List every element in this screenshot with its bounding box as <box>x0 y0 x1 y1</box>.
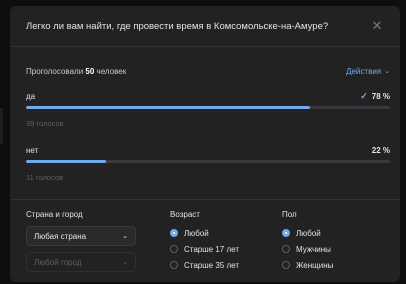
filter-city-title: Страна и город <box>26 210 83 219</box>
poll-body: Проголосовали 50 человек Действия ⌄ да ✓… <box>10 53 400 278</box>
chevron-down-icon: ⌄ <box>384 68 390 75</box>
dialog-header: Легко ли вам найти, где провести время в… <box>10 6 400 47</box>
age-option-35[interactable]: Старше 35 лет <box>170 258 282 272</box>
radio-label: Любой <box>296 228 321 238</box>
radio-icon <box>282 261 290 269</box>
option-votes: 11 голосов <box>26 173 64 182</box>
radio-label: Любой <box>184 228 209 238</box>
poll-option-no[interactable]: нет 22 % 11 голосов <box>26 143 390 185</box>
poll-option-yes[interactable]: да ✓ 78 % 39 голосов <box>26 89 390 131</box>
age-option-17[interactable]: Старше 17 лет <box>170 242 282 256</box>
poll-filters: Страна и город Любая страна ⌄ Любой горо… <box>26 200 390 278</box>
background-edge <box>0 108 3 144</box>
radio-selected-icon <box>170 229 178 237</box>
actions-button[interactable]: Действия ⌄ <box>346 67 390 76</box>
voted-suffix: человек <box>96 66 127 76</box>
option-percent: ✓ 78 % <box>360 91 390 102</box>
filter-age-title: Возраст <box>170 210 200 219</box>
sex-option-female[interactable]: Женщины <box>282 258 392 272</box>
option-progress-bar <box>26 160 390 163</box>
option-progress-bar <box>26 106 390 109</box>
chevron-down-icon: ⌄ <box>122 233 128 240</box>
option-votes: 39 голосов <box>26 119 64 128</box>
city-select[interactable]: Любой город ⌄ <box>26 252 136 272</box>
radio-label: Старше 17 лет <box>184 244 239 254</box>
age-option-any[interactable]: Любой <box>170 226 282 240</box>
country-select-value: Любая страна <box>34 231 87 241</box>
filter-age: Возраст Любой Старше 17 лет Старше 35 ле… <box>170 210 282 278</box>
option-progress-fill <box>26 160 107 163</box>
voted-prefix: Проголосовали <box>26 66 84 76</box>
poll-summary: Проголосовали 50 человек Действия ⌄ <box>26 53 390 89</box>
filter-sex-title: Пол <box>282 210 297 219</box>
radio-label: Женщины <box>296 260 334 270</box>
radio-label: Старше 35 лет <box>184 260 239 270</box>
city-select-value: Любой город <box>34 257 82 267</box>
actions-label: Действия <box>346 66 382 76</box>
option-percent: 22 % <box>372 146 390 155</box>
filter-sex: Пол Любой Мужчины Женщины <box>282 210 392 278</box>
radio-icon <box>282 245 290 253</box>
poll-dialog: Легко ли вам найти, где провести время в… <box>10 6 400 282</box>
country-select[interactable]: Любая страна ⌄ <box>26 226 136 246</box>
option-percent-text: 78 % <box>371 91 390 101</box>
radio-selected-icon <box>282 229 290 237</box>
check-icon: ✓ <box>360 90 368 101</box>
option-label: нет <box>26 145 39 155</box>
voted-count: Проголосовали 50 человек <box>26 67 126 76</box>
sex-option-male[interactable]: Мужчины <box>282 242 392 256</box>
close-icon[interactable]: ✕ <box>368 17 386 35</box>
radio-label: Мужчины <box>296 244 331 254</box>
sex-option-any[interactable]: Любой <box>282 226 392 240</box>
poll-title: Легко ли вам найти, где провести время в… <box>26 20 329 32</box>
option-label: да <box>26 91 36 101</box>
chevron-down-icon: ⌄ <box>122 259 128 266</box>
radio-icon <box>170 245 178 253</box>
option-progress-fill <box>26 106 310 109</box>
filter-city: Страна и город Любая страна ⌄ Любой горо… <box>26 210 170 278</box>
radio-icon <box>170 261 178 269</box>
voted-number: 50 <box>85 66 95 76</box>
option-percent-text: 22 % <box>371 145 390 155</box>
